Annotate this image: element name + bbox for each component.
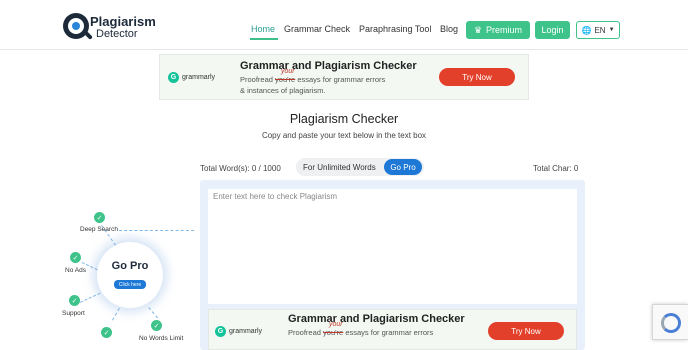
check-icon: ✓ [70, 252, 81, 263]
page-subtitle: Copy and paste your text below in the te… [261, 131, 427, 140]
grammarly-icon: G [168, 72, 179, 83]
ad-subtitle: Proofread you're essays for grammar erro… [240, 75, 386, 95]
language-select[interactable]: 🌐 EN ▼ [576, 21, 620, 39]
language-value: EN [594, 25, 606, 35]
ad-title-bottom: Grammar and Plagiarism Checker [288, 313, 465, 325]
feature-deep-search: Deep Search [80, 226, 118, 233]
unlimited-label: For Unlimited Words [303, 163, 376, 172]
word-count: Total Word(s): 0 / 1000 [200, 164, 281, 173]
nav-active-indicator [250, 38, 278, 40]
click-here-button[interactable]: Click here [114, 280, 146, 289]
page-title: Plagiarism Checker [289, 112, 399, 126]
ad-brand-bottom: grammarly [229, 328, 263, 335]
site-logo[interactable]: Plagiarism Detector [63, 13, 193, 43]
go-pro-promo[interactable]: Go Pro Click here [97, 242, 163, 308]
grammarly-icon: G [215, 326, 226, 337]
go-pro-title: Go Pro [111, 260, 149, 272]
ad-title: Grammar and Plagiarism Checker [240, 60, 417, 72]
caret-down-icon: ▼ [608, 27, 615, 33]
premium-button[interactable]: ♛ Premium [466, 21, 530, 39]
nav-home[interactable]: Home [251, 24, 275, 34]
bottom-ad-banner[interactable]: G grammarly Grammar and Plagiarism Check… [208, 309, 577, 350]
top-ad-banner[interactable]: G grammarly Grammar and Plagiarism Check… [159, 54, 529, 100]
premium-label: Premium [486, 25, 523, 35]
unlimited-words-banner: For Unlimited Words Go Pro [296, 158, 424, 176]
go-pro-button[interactable]: Go Pro [384, 159, 422, 175]
check-icon: ✓ [101, 327, 112, 338]
ad-brand: grammarly [182, 74, 216, 81]
char-count: Total Char: 0 [533, 164, 579, 173]
ad-try-now-button-bottom[interactable]: Try Now [488, 322, 564, 340]
crown-icon: ♛ [473, 24, 483, 35]
nav-paraphrasing-tool[interactable]: Paraphrasing Tool [359, 24, 431, 34]
ad-subtitle-bottom: Proofread you're essays for grammar erro… [288, 328, 434, 337]
site-header: Plagiarism Detector Home Grammar Check P… [0, 0, 688, 50]
grammarly-logo-bottom: G grammarly [215, 326, 262, 337]
recaptcha-icon [661, 313, 681, 333]
nav-blog[interactable]: Blog [440, 24, 458, 34]
check-icon: ✓ [69, 295, 80, 306]
check-icon: ✓ [94, 212, 105, 223]
check-icon: ✓ [151, 320, 162, 331]
page: Plagiarism Detector Home Grammar Check P… [0, 0, 688, 350]
grammarly-logo: G grammarly [168, 72, 215, 83]
feature-support: Support [62, 310, 85, 317]
login-button[interactable]: Login [535, 21, 570, 39]
logo-text-secondary: Detector [96, 28, 138, 40]
feature-no-ads: No Ads [65, 267, 86, 274]
nav-grammar-check[interactable]: Grammar Check [284, 24, 350, 34]
ad-try-now-button[interactable]: Try Now [439, 68, 515, 86]
plagiarism-text-input[interactable] [208, 189, 577, 304]
feature-no-words-limit: No Words Limit [139, 335, 184, 342]
globe-icon: 🌐 [581, 25, 592, 35]
logo-text-primary: Plagiarism [90, 14, 156, 29]
recaptcha-badge[interactable] [652, 304, 688, 340]
